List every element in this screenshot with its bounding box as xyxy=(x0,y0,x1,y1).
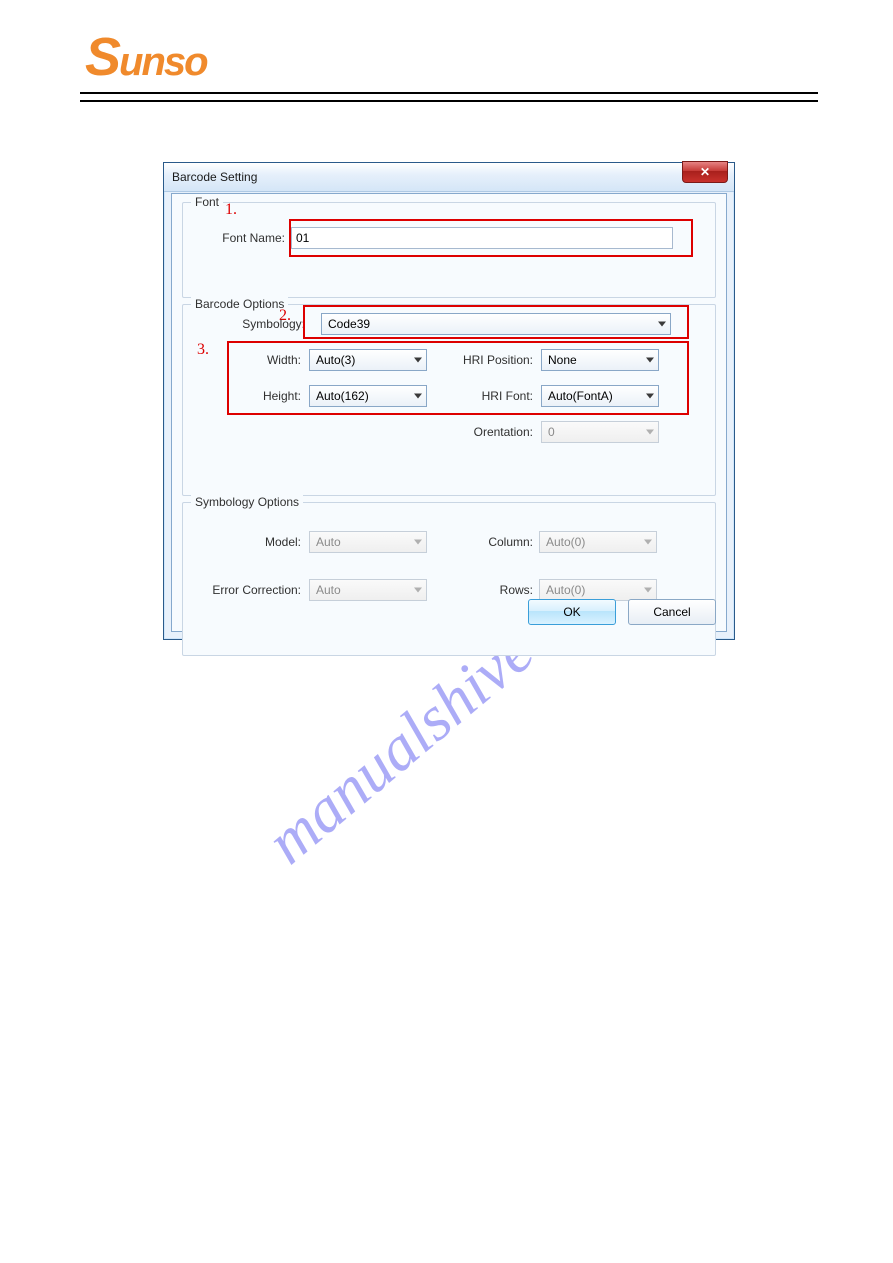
model-value: Auto xyxy=(316,535,341,549)
close-icon: ✕ xyxy=(700,165,710,179)
chevron-down-icon xyxy=(644,540,652,545)
font-group-title: Font xyxy=(191,195,223,209)
column-value: Auto(0) xyxy=(546,535,585,549)
chevron-down-icon xyxy=(414,588,422,593)
symbology-select[interactable]: Code39 xyxy=(321,313,671,335)
chevron-down-icon xyxy=(414,394,422,399)
height-label: Height: xyxy=(193,389,301,403)
dialog-body: Font 1. Font Name: Barcode Options 2. 3.… xyxy=(171,193,727,632)
cancel-button[interactable]: Cancel xyxy=(628,599,716,625)
chevron-down-icon xyxy=(414,540,422,545)
hri-position-label: HRI Position: xyxy=(427,353,533,367)
rows-value: Auto(0) xyxy=(546,583,585,597)
ok-button[interactable]: OK xyxy=(528,599,616,625)
symbology-label: Symbology: xyxy=(193,317,305,331)
orientation-select[interactable]: 0 xyxy=(541,421,659,443)
symbology-value: Code39 xyxy=(328,317,370,331)
barcode-options-title: Barcode Options xyxy=(191,297,288,311)
error-correction-select: Auto xyxy=(309,579,427,601)
chevron-down-icon xyxy=(646,430,654,435)
symbology-options-title: Symbology Options xyxy=(191,495,303,509)
brand-logo: Sunso xyxy=(85,40,207,85)
chevron-down-icon xyxy=(644,588,652,593)
error-correction-label: Error Correction: xyxy=(193,583,301,597)
model-select: Auto xyxy=(309,531,427,553)
symbology-options-group: Symbology Options Model: Auto Column: Au… xyxy=(182,502,716,656)
hri-font-label: HRI Font: xyxy=(427,389,533,403)
chevron-down-icon xyxy=(414,358,422,363)
hri-font-value: Auto(FontA) xyxy=(548,389,613,403)
orientation-value: 0 xyxy=(548,425,555,439)
column-label: Column: xyxy=(427,535,533,549)
dialog-title: Barcode Setting xyxy=(172,170,257,184)
orientation-label: Orentation: xyxy=(193,425,533,439)
width-select[interactable]: Auto(3) xyxy=(309,349,427,371)
barcode-options-group: Barcode Options 2. 3. Symbology: Code39 … xyxy=(182,304,716,496)
column-select: Auto(0) xyxy=(539,531,657,553)
chevron-down-icon xyxy=(658,322,666,327)
dialog-titlebar[interactable]: Barcode Setting ✕ xyxy=(164,163,734,192)
page-header-rule xyxy=(80,92,818,102)
rows-label: Rows: xyxy=(427,583,533,597)
cancel-button-label: Cancel xyxy=(653,605,690,619)
ok-button-label: OK xyxy=(563,605,580,619)
barcode-setting-dialog: Barcode Setting ✕ Font 1. Font Name: Bar… xyxy=(163,162,735,640)
dialog-button-bar: OK Cancel xyxy=(528,599,716,625)
brand-logo-s: S xyxy=(85,41,119,73)
font-group: Font 1. Font Name: xyxy=(182,202,716,298)
error-correction-value: Auto xyxy=(316,583,341,597)
font-name-label: Font Name: xyxy=(193,231,285,245)
chevron-down-icon xyxy=(646,394,654,399)
width-value: Auto(3) xyxy=(316,353,355,367)
hri-position-value: None xyxy=(548,353,577,367)
hri-position-select[interactable]: None xyxy=(541,349,659,371)
font-name-input[interactable] xyxy=(291,227,673,249)
hri-font-select[interactable]: Auto(FontA) xyxy=(541,385,659,407)
close-button[interactable]: ✕ xyxy=(682,161,728,183)
rows-select: Auto(0) xyxy=(539,579,657,601)
height-select[interactable]: Auto(162) xyxy=(309,385,427,407)
brand-logo-rest: unso xyxy=(119,40,207,85)
width-label: Width: xyxy=(193,353,301,367)
annotation-1: 1. xyxy=(225,201,237,219)
chevron-down-icon xyxy=(646,358,654,363)
model-label: Model: xyxy=(193,535,301,549)
height-value: Auto(162) xyxy=(316,389,369,403)
